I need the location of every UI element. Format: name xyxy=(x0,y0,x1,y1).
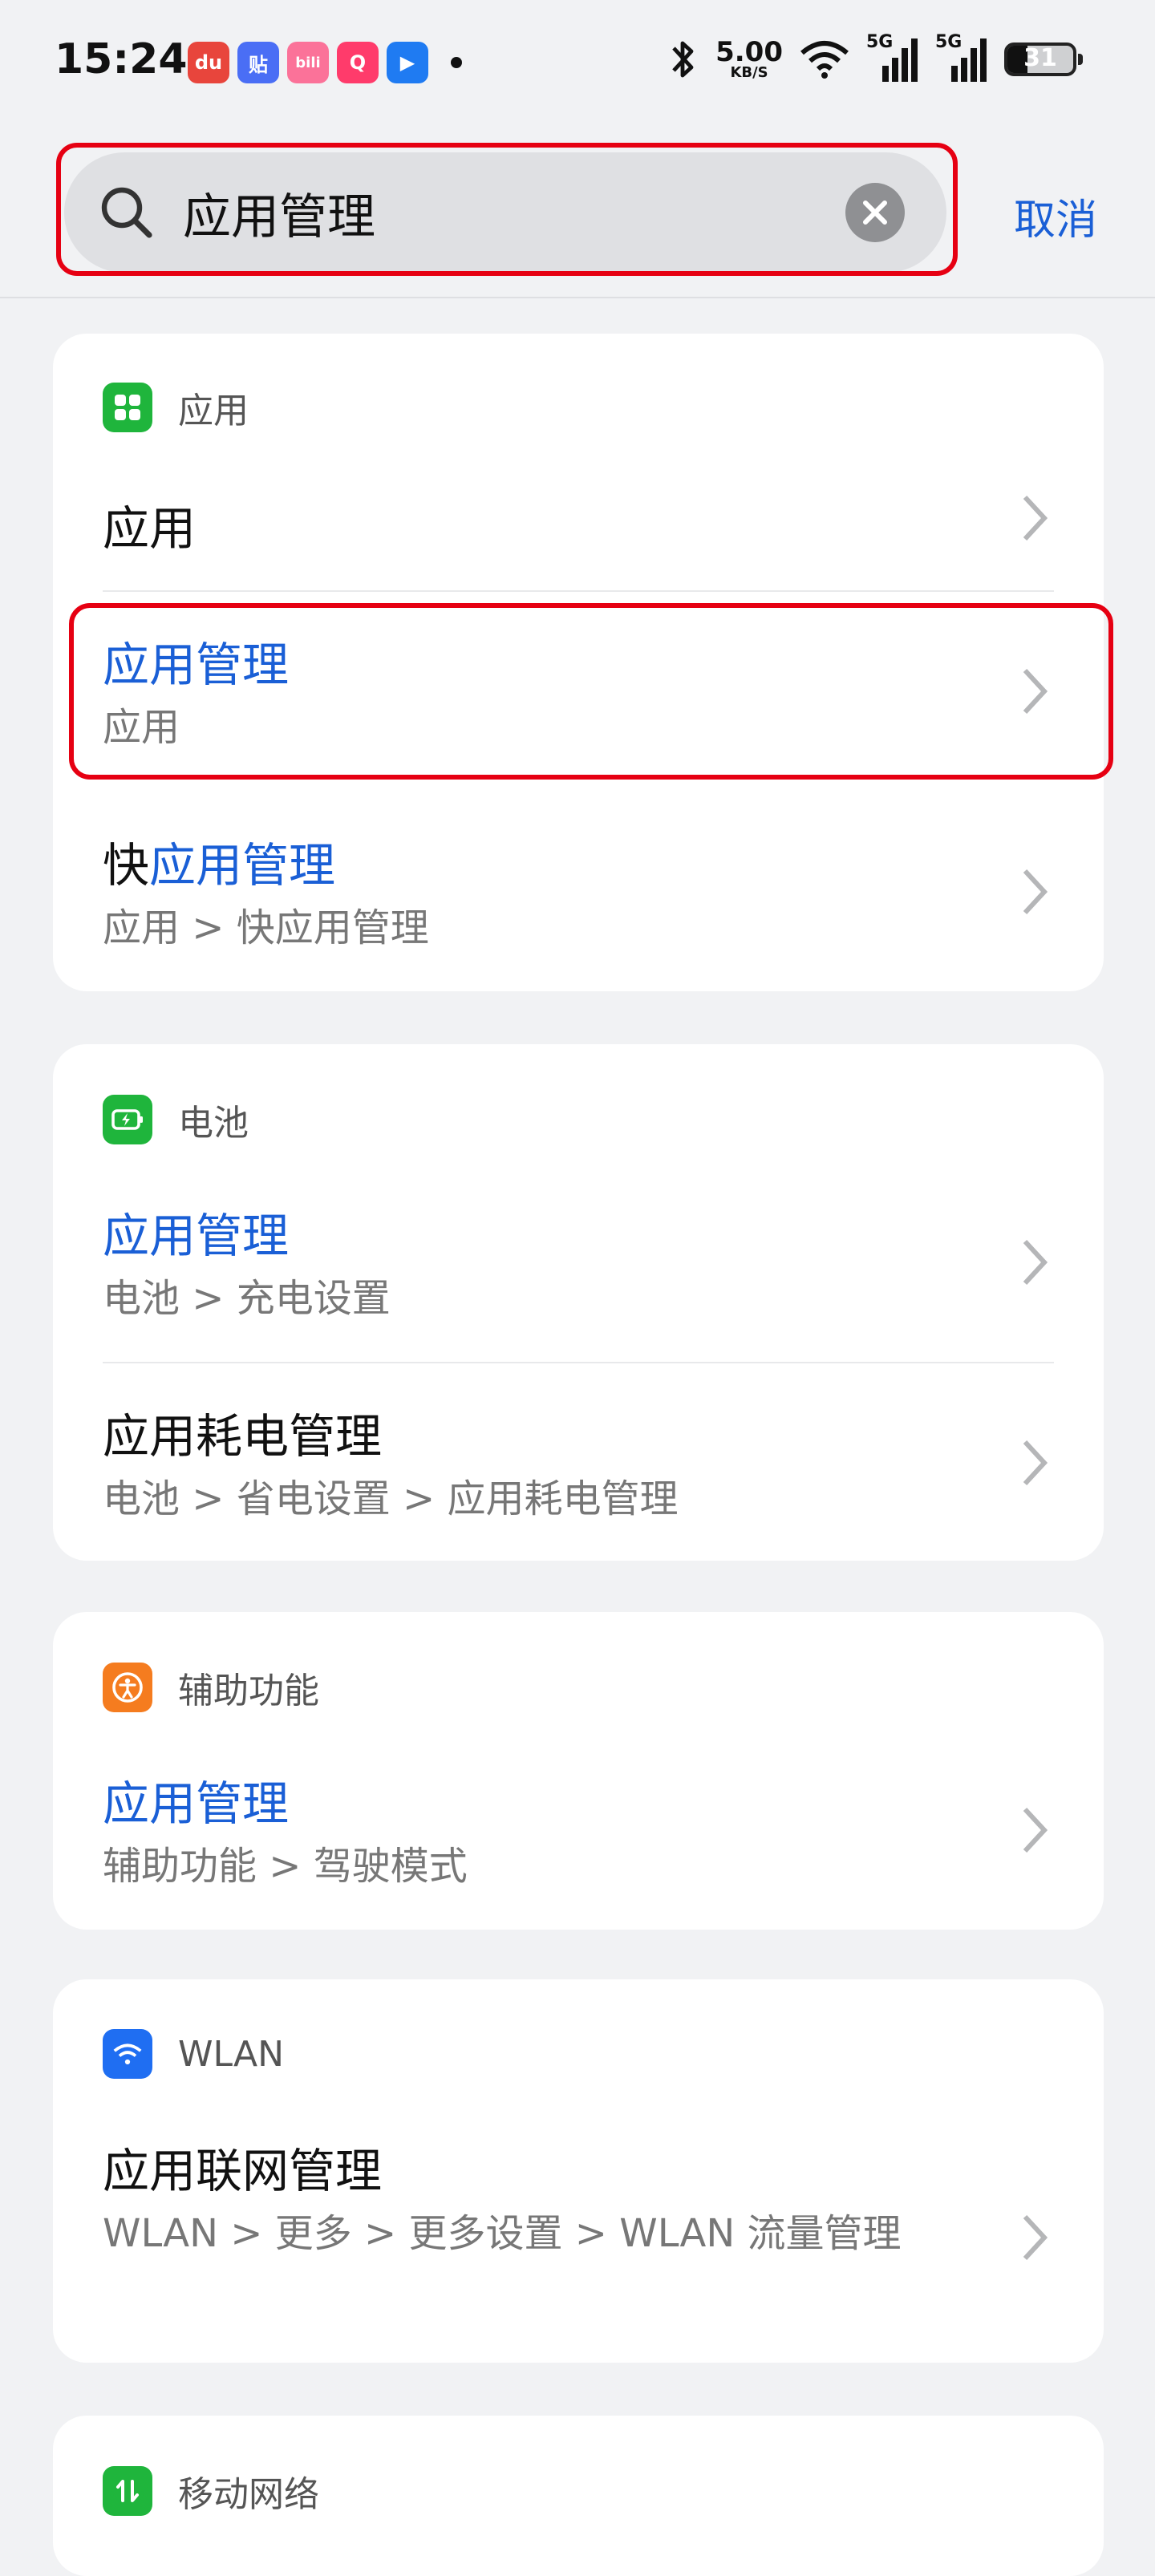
section-label: 应用 xyxy=(178,391,249,431)
chevron-right-icon xyxy=(1023,668,1048,715)
battery-indicator: 31 xyxy=(1004,43,1083,76)
result-title: 应用联网管理 xyxy=(103,2144,383,2198)
apps-icon xyxy=(103,383,152,432)
q-app-notification-icon: Q xyxy=(337,42,379,83)
section-header-battery: 电池 xyxy=(103,1094,249,1145)
section-label: 移动网络 xyxy=(178,2474,319,2515)
notification-icons: du 贴 bili Q ▶ xyxy=(188,42,462,83)
system-icons: 5.00 KB/S 5G 5G 31 xyxy=(667,32,1083,82)
section-label: WLAN xyxy=(178,2033,285,2075)
result-path: 电池 > 充电设置 xyxy=(103,1276,391,1321)
chevron-right-icon xyxy=(1023,1807,1048,1853)
chevron-right-icon xyxy=(1023,495,1048,541)
cellular-signal-1: 5G xyxy=(866,32,919,82)
bilibili-notification-icon: bili xyxy=(287,42,329,83)
play-app-notification-icon: ▶ xyxy=(387,42,428,83)
more-notifications-dot xyxy=(451,57,462,68)
wifi-status-icon xyxy=(800,41,849,79)
search-icon xyxy=(101,187,152,238)
bluetooth-icon xyxy=(672,41,694,78)
signal-type-1: 5G xyxy=(866,32,894,52)
status-bar: 15:24 du 贴 bili Q ▶ 5.00 KB/S 5G 5G 31 xyxy=(0,0,1155,128)
status-time: 15:24 xyxy=(55,35,188,83)
section-header-mobile-network: 移动网络 xyxy=(103,2465,319,2517)
result-title: 应用管理 xyxy=(103,1209,290,1263)
chevron-right-icon xyxy=(1023,1440,1048,1486)
mobile-data-icon xyxy=(103,2466,152,2516)
battery-icon xyxy=(103,1095,152,1144)
tieba-notification-icon: 贴 xyxy=(237,42,279,83)
result-title: 应用管理 xyxy=(103,1776,290,1831)
section-label: 电池 xyxy=(178,1103,249,1144)
divider xyxy=(103,1362,1054,1363)
search-input[interactable]: 应用管理 xyxy=(64,152,946,273)
section-header-wlan: WLAN xyxy=(103,2029,284,2079)
result-item-apps[interactable]: 应用 xyxy=(103,491,1105,587)
cellular-signal-2: 5G xyxy=(935,32,988,82)
section-battery: 电池 应用管理 电池 > 充电设置 应用耗电管理 电池 > 省电设置 > 应用耗… xyxy=(53,1044,1104,1561)
result-path: 应用 > 快应用管理 xyxy=(103,905,429,950)
result-item-app-power-management[interactable]: 应用耗电管理 电池 > 省电设置 > 应用耗电管理 xyxy=(103,1399,1105,1551)
battery-level: 31 xyxy=(1023,44,1057,72)
accessibility-icon xyxy=(103,1663,152,1712)
wifi-icon xyxy=(103,2029,152,2079)
result-item-app-network-management[interactable]: 应用联网管理 WLAN > 更多 > 更多设置 > WLAN 流量管理 xyxy=(103,2133,1105,2358)
network-speed: 5.00 KB/S xyxy=(715,38,783,80)
section-header-apps: 应用 xyxy=(103,382,249,433)
divider xyxy=(103,590,1054,592)
result-item-accessibility-app-management[interactable]: 应用管理 辅助功能 > 驾驶模式 xyxy=(103,1766,1105,1918)
result-title: 应用管理 xyxy=(103,638,290,692)
chevron-right-icon xyxy=(1023,1239,1048,1286)
result-path: 应用 xyxy=(103,705,180,750)
result-item-quick-app-management[interactable]: 快应用管理 应用 > 快应用管理 xyxy=(103,828,1105,980)
section-apps: 应用 应用 应用管理 应用 快应用管理 应用 > 快应用管理 xyxy=(53,334,1104,991)
result-item-app-management[interactable]: 应用管理 应用 xyxy=(103,627,1105,780)
result-path: 辅助功能 > 驾驶模式 xyxy=(103,1844,468,1889)
chevron-right-icon xyxy=(1023,869,1048,915)
speed-value: 5.00 xyxy=(715,36,783,68)
close-icon xyxy=(863,200,887,225)
section-accessibility: 辅助功能 应用管理 辅助功能 > 驾驶模式 xyxy=(53,1612,1104,1930)
chevron-right-icon xyxy=(1023,2214,1048,2261)
speed-unit: KB/S xyxy=(730,64,768,81)
signal-type-2: 5G xyxy=(935,32,962,52)
section-mobile-network: 移动网络 xyxy=(53,2416,1104,2576)
search-header: 应用管理 取消 xyxy=(0,128,1155,298)
result-item-battery-app-management[interactable]: 应用管理 电池 > 充电设置 xyxy=(103,1198,1105,1351)
cancel-button[interactable]: 取消 xyxy=(1014,186,1097,246)
section-wlan: WLAN 应用联网管理 WLAN > 更多 > 更多设置 > WLAN 流量管理 xyxy=(53,1979,1104,2363)
section-label: 辅助功能 xyxy=(178,1671,319,1711)
clear-search-button[interactable] xyxy=(845,183,905,242)
result-path: WLAN > 更多 > 更多设置 > WLAN 流量管理 xyxy=(103,2211,902,2256)
result-path: 电池 > 省电设置 > 应用耗电管理 xyxy=(103,1476,679,1521)
result-title: 应用 xyxy=(103,501,197,556)
battery-cap xyxy=(1078,54,1083,65)
result-title: 快应用管理 xyxy=(103,838,336,893)
result-title: 应用耗电管理 xyxy=(103,1409,383,1464)
section-header-accessibility: 辅助功能 xyxy=(103,1662,319,1713)
search-query: 应用管理 xyxy=(183,188,375,245)
du-app-notification-icon: du xyxy=(188,42,229,83)
